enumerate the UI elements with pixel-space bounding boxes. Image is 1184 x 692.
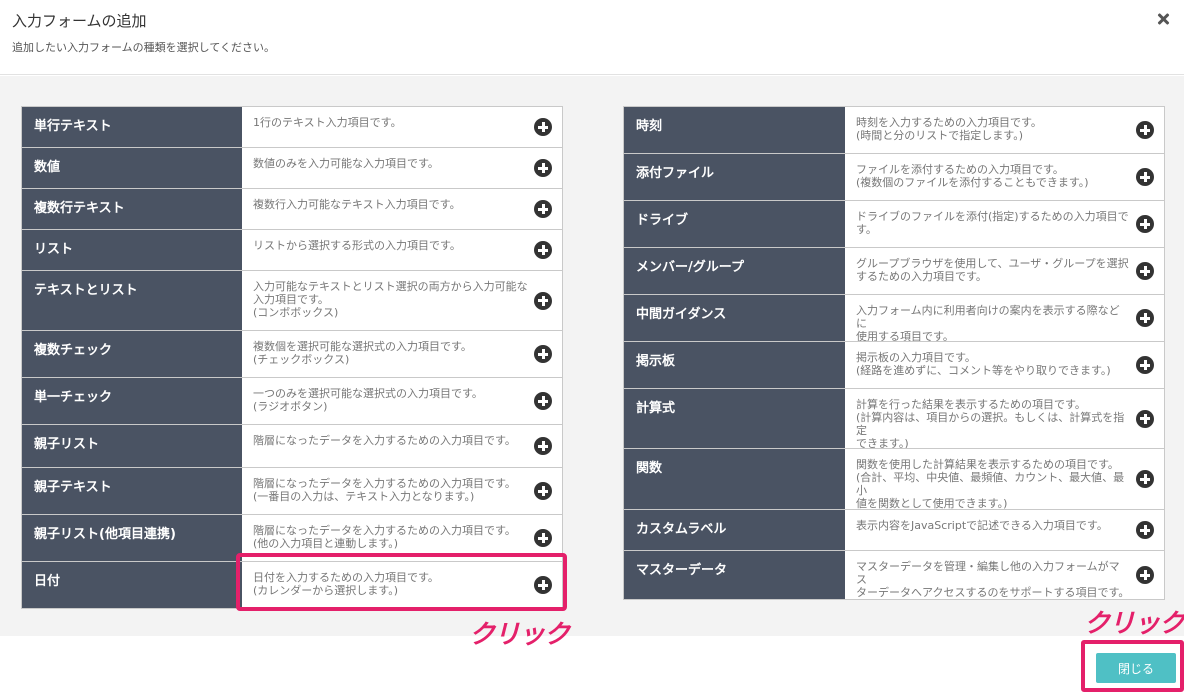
form-type-name: 親子リスト(他項目連携) xyxy=(22,515,242,561)
form-type-name: 掲示板 xyxy=(624,342,845,388)
form-type-row: 日付 日付を入力するための入力項目です。 (カレンダーから選択します。) xyxy=(22,562,562,608)
form-type-row: テキストとリスト 入力可能なテキストとリスト選択の両方から入力可能な 入力項目です… xyxy=(22,271,562,331)
form-type-row: リスト リストから選択する形式の入力項目です。 xyxy=(22,230,562,271)
form-type-row: 親子リスト(他項目連携) 階層になったデータを入力するための入力項目です。 (他の… xyxy=(22,515,562,562)
form-type-name: 日付 xyxy=(22,562,242,608)
form-type-row: ドライブ ドライブのファイルを添付(指定)するための入力項目で す。 xyxy=(624,201,1164,248)
form-type-description: ファイルを添付するための入力項目です。 (複数個のファイルを添付することもできま… xyxy=(856,163,1089,189)
form-type-description: 関数を使用した計算結果を表示するための項目です。 (合計、平均、中央値、最頻値、… xyxy=(856,458,1125,509)
form-type-row: 複数チェック 複数個を選択可能な選択式の入力項目です。 (チェックボックス) xyxy=(22,331,562,378)
add-circle-icon[interactable] xyxy=(534,437,552,455)
form-type-name: 関数 xyxy=(624,449,845,509)
form-type-description: グループブラウザを使用して、ユーザ・グループを選択 するための入力項目です。 xyxy=(856,257,1129,283)
form-type-name: 添付ファイル xyxy=(624,154,845,200)
add-circle-icon[interactable] xyxy=(534,118,552,136)
add-circle-icon[interactable] xyxy=(534,482,552,500)
form-type-description: 複数個を選択可能な選択式の入力項目です。 (チェックボックス) xyxy=(253,340,472,366)
add-circle-icon[interactable] xyxy=(534,392,552,410)
form-type-name: 親子テキスト xyxy=(22,468,242,514)
add-circle-icon[interactable] xyxy=(534,159,552,177)
form-type-name: 単行テキスト xyxy=(22,107,242,147)
form-type-row: 時刻 時刻を入力するための入力項目です。 (時間と分のリストで指定します。) xyxy=(624,107,1164,154)
form-type-table-right: 時刻 時刻を入力するための入力項目です。 (時間と分のリストで指定します。) 添付フ… xyxy=(623,106,1165,600)
form-type-description: 時刻を入力するための入力項目です。 (時間と分のリストで指定します。) xyxy=(856,116,1042,142)
form-type-description: 計算を行った結果を表示するための項目です。 (計算内容は、項目からの選択。もしく… xyxy=(856,398,1125,448)
add-circle-icon[interactable] xyxy=(1136,409,1154,428)
form-type-name: 複数チェック xyxy=(22,331,242,377)
form-type-name: 計算式 xyxy=(624,389,845,448)
close-button[interactable]: 閉じる xyxy=(1096,653,1176,683)
form-type-row: 単行テキスト 1行のテキスト入力項目です。 xyxy=(22,107,562,148)
form-type-row: 中間ガイダンス 入力フォーム内に利用者向けの案内を表示する際などに 使用する項目で… xyxy=(624,295,1164,342)
form-type-name: 時刻 xyxy=(624,107,845,153)
form-type-row: 親子テキスト 階層になったデータを入力するための入力項目です。 (一番目の入力は、… xyxy=(22,468,562,515)
add-circle-icon[interactable] xyxy=(1136,215,1154,233)
form-type-row: 関数 関数を使用した計算結果を表示するための項目です。 (合計、平均、中央値、最頻… xyxy=(624,449,1164,510)
form-type-row: 単一チェック 一つのみを選択可能な選択式の入力項目です。 (ラジオボタン) xyxy=(22,378,562,425)
form-type-description: 入力フォーム内に利用者向けの案内を表示する際などに 使用する項目です。 xyxy=(856,304,1120,341)
add-circle-icon[interactable] xyxy=(534,345,552,363)
add-circle-icon[interactable] xyxy=(1136,521,1154,539)
form-type-name: 単一チェック xyxy=(22,378,242,424)
click-annotation-close: クリック xyxy=(1084,609,1184,639)
modal-subtitle: 追加したい入力フォームの種類を選択してください。 xyxy=(12,41,276,54)
form-type-row: 添付ファイル ファイルを添付するための入力項目です。 (複数個のファイルを添付する… xyxy=(624,154,1164,201)
form-type-name: 複数行テキスト xyxy=(22,189,242,229)
form-type-row: メンバー/グループ グループブラウザを使用して、ユーザ・グループを選択 するための… xyxy=(624,248,1164,295)
form-type-name: 中間ガイダンス xyxy=(624,295,845,341)
form-type-description: 数値のみを入力可能な入力項目です。 xyxy=(253,157,439,170)
form-type-row: マスターデータ マスターデータを管理・編集し他の入力フォームがマス ターデータへア… xyxy=(624,551,1164,599)
form-type-description: ドライブのファイルを添付(指定)するための入力項目で す。 xyxy=(856,210,1129,236)
form-type-description: 一つのみを選択可能な選択式の入力項目です。 (ラジオボタン) xyxy=(253,387,483,413)
form-type-row: 数値 数値のみを入力可能な入力項目です。 xyxy=(22,148,562,189)
close-icon[interactable] xyxy=(1156,12,1170,26)
form-type-name: テキストとリスト xyxy=(22,271,242,330)
form-type-name: マスターデータ xyxy=(624,551,845,599)
add-circle-icon[interactable] xyxy=(1136,309,1154,327)
form-type-row: 複数行テキスト 複数行入力可能なテキスト入力項目です。 xyxy=(22,189,562,230)
form-type-description: 階層になったデータを入力するための入力項目です。 (一番目の入力は、テキスト入力… xyxy=(253,477,516,503)
form-type-name: リスト xyxy=(22,230,242,270)
add-circle-icon[interactable] xyxy=(1136,121,1154,139)
form-type-name: メンバー/グループ xyxy=(624,248,845,294)
form-type-row: 親子リスト 階層になったデータを入力するための入力項目です。 xyxy=(22,425,562,468)
form-type-row: カスタムラベル 表示内容をJavaScriptで記述できる入力項目です。 xyxy=(624,510,1164,551)
add-circle-icon[interactable] xyxy=(1136,470,1154,488)
form-type-description: 階層になったデータを入力するための入力項目です。 xyxy=(253,434,516,447)
modal-header: 入力フォームの追加 追加したい入力フォームの種類を選択してください。 xyxy=(0,0,1184,75)
add-circle-icon[interactable] xyxy=(1136,356,1154,374)
add-circle-icon[interactable] xyxy=(534,241,552,259)
form-type-name: 親子リスト xyxy=(22,425,242,467)
form-type-description: 掲示板の入力項目です。 (経路を進めずに、コメント等をやり取りできます。) xyxy=(856,351,1111,377)
form-type-description: リストから選択する形式の入力項目です。 xyxy=(253,239,461,252)
form-type-description: 1行のテキスト入力項目です。 xyxy=(253,116,402,129)
form-type-description: 入力可能なテキストとリスト選択の両方から入力可能な 入力項目です。 (コンボボッ… xyxy=(253,280,528,319)
form-type-name: ドライブ xyxy=(624,201,845,247)
form-type-description: 表示内容をJavaScriptで記述できる入力項目です。 xyxy=(856,519,1108,532)
form-type-table-left: 単行テキスト 1行のテキスト入力項目です。 数値 数値のみを入力可能な入力項目です。複… xyxy=(21,106,563,609)
add-circle-icon[interactable] xyxy=(1136,566,1154,584)
click-annotation-date: クリック xyxy=(469,620,570,650)
add-circle-icon[interactable] xyxy=(1136,262,1154,280)
modal-title: 入力フォームの追加 xyxy=(12,12,147,30)
add-circle-icon[interactable] xyxy=(534,529,552,547)
add-circle-icon[interactable] xyxy=(534,200,552,218)
form-type-name: カスタムラベル xyxy=(624,510,845,550)
form-type-name: 数値 xyxy=(22,148,242,188)
form-type-row: 掲示板 掲示板の入力項目です。 (経路を進めずに、コメント等をやり取りできます。) xyxy=(624,342,1164,389)
form-type-description: 日付を入力するための入力項目です。 (カレンダーから選択します。) xyxy=(253,571,439,597)
add-circle-icon[interactable] xyxy=(1136,168,1154,186)
form-type-description: マスターデータを管理・編集し他の入力フォームがマス ターデータへアクセスするのを… xyxy=(856,560,1130,599)
form-type-description: 複数行入力可能なテキスト入力項目です。 xyxy=(253,198,461,211)
form-type-row: 計算式 計算を行った結果を表示するための項目です。 (計算内容は、項目からの選択。… xyxy=(624,389,1164,449)
add-circle-icon[interactable] xyxy=(534,576,552,594)
form-type-description: 階層になったデータを入力するための入力項目です。 (他の入力項目と連動します。) xyxy=(253,524,516,550)
add-circle-icon[interactable] xyxy=(534,291,552,310)
